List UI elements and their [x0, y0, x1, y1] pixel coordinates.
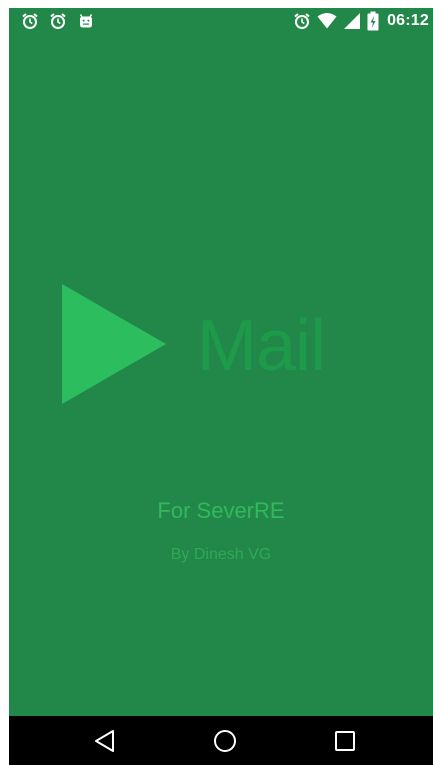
splash-subtitle: For SeverRE [157, 498, 285, 523]
navigation-bar [9, 716, 433, 765]
app-logo-title: Mail [197, 306, 326, 386]
play-triangle-icon [62, 284, 166, 404]
home-button[interactable] [210, 726, 240, 756]
back-button[interactable] [90, 726, 120, 756]
app-screen: 06:12 Mail For SeverRE By Dinesh VG [9, 8, 433, 765]
home-icon [214, 730, 236, 752]
back-icon [95, 730, 114, 752]
recents-button[interactable] [330, 726, 360, 756]
splash-author: By Dinesh VG [170, 546, 272, 563]
splash-content: Mail For SeverRE By Dinesh VG [9, 8, 433, 716]
recents-icon [335, 731, 355, 751]
